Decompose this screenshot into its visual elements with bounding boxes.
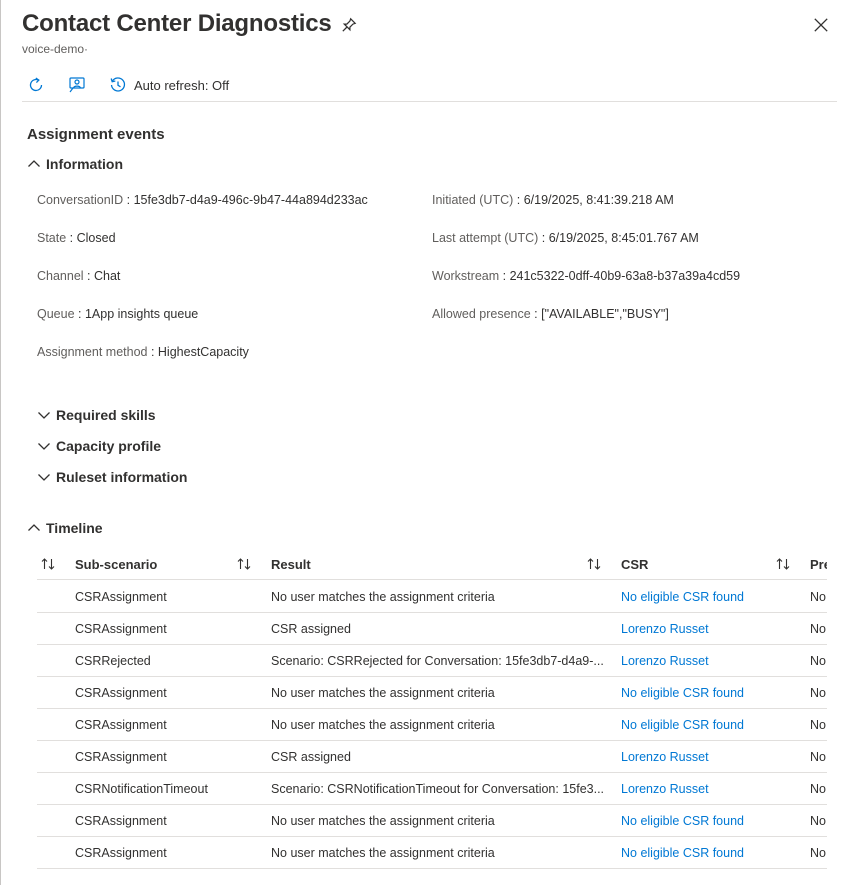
required-skills-toggle[interactable]: Required skills (37, 407, 156, 423)
history-clock-icon (110, 77, 126, 92)
info-assignment-method: Assignment method : HighestCapacity (37, 345, 249, 359)
information-label: Information (46, 156, 123, 172)
grid-header: Sub-scenario Result CSR Pre (37, 548, 827, 580)
pin-icon[interactable] (340, 16, 358, 34)
table-row[interactable]: CSRAssignment No user matches the assign… (37, 805, 827, 837)
table-row[interactable]: CSRAssignment No user matches the assign… (37, 677, 827, 709)
page-title: Contact Center Diagnostics (22, 10, 332, 37)
auto-refresh-label: Auto refresh: Off (134, 77, 230, 93)
csr-link[interactable]: No eligible CSR found (621, 709, 771, 741)
chevron-down-icon (38, 412, 50, 419)
chevron-up-icon (28, 160, 40, 167)
csr-link[interactable]: Lorenzo Russet (621, 773, 771, 805)
chevron-down-icon (38, 474, 50, 481)
table-row[interactable]: CSRAssignment No user matches the assign… (37, 837, 827, 869)
table-row[interactable]: CSRRejected Scenario: CSRRejected for Co… (37, 645, 827, 677)
info-queue: Queue : 1App insights queue (37, 307, 199, 321)
info-initiated: Initiated (UTC) : 6/19/2025, 8:41:39.218… (432, 193, 674, 207)
ruleset-information-label: Ruleset information (56, 469, 188, 485)
sort-icon[interactable] (585, 555, 603, 573)
info-allowed-presence: Allowed presence : ["AVAILABLE","BUSY"] (432, 307, 669, 321)
info-conversation-id: ConversationID : 15fe3db7-d4a9-496c-9b47… (37, 193, 368, 207)
info-state: State : Closed (37, 231, 116, 245)
section-title: Assignment events (27, 126, 165, 143)
timeline-label: Timeline (46, 520, 103, 536)
auto-refresh-button[interactable]: Auto refresh: Off (108, 73, 229, 97)
user-feedback-icon (69, 77, 85, 93)
table-row[interactable]: CSRNotificationTimeout Scenario: CSRNoti… (37, 773, 827, 805)
csr-link[interactable]: Lorenzo Russet (621, 645, 771, 677)
csr-link[interactable]: No eligible CSR found (621, 581, 771, 613)
table-row[interactable]: CSRAssignment CSR assigned Lorenzo Russe… (37, 613, 827, 645)
csr-link[interactable]: No eligible CSR found (621, 805, 771, 837)
csr-link[interactable]: No eligible CSR found (621, 837, 771, 869)
column-header-sub-scenario[interactable]: Sub-scenario (75, 548, 157, 580)
toolbar: Auto refresh: Off (22, 70, 837, 102)
info-workstream: Workstream : 241c5322-0dff-40b9-63a8-b37… (432, 269, 741, 283)
refresh-button[interactable] (26, 73, 46, 97)
column-header-pre[interactable]: Pre (810, 548, 827, 580)
left-edge-divider (0, 0, 1, 885)
diagnose-button[interactable] (67, 73, 87, 97)
resource-subtitle: voice-demo· (22, 42, 89, 56)
capacity-profile-label: Capacity profile (56, 438, 162, 454)
required-skills-label: Required skills (56, 407, 156, 423)
table-row[interactable]: CSRAssignment CSR assigned Lorenzo Russe… (37, 741, 827, 773)
sort-icon[interactable] (39, 555, 57, 573)
table-row[interactable]: CSRAssignment No user matches the assign… (37, 709, 827, 741)
column-header-result[interactable]: Result (271, 548, 311, 580)
capacity-profile-toggle[interactable]: Capacity profile (37, 438, 161, 454)
information-toggle[interactable]: Information (27, 156, 123, 172)
timeline-toggle[interactable]: Timeline (27, 520, 103, 536)
sort-icon[interactable] (774, 555, 792, 573)
info-channel: Channel : Chat (37, 269, 121, 283)
chevron-down-icon (38, 443, 50, 450)
timeline-grid: Sub-scenario Result CSR Pre CSRAssignmen… (37, 548, 827, 870)
info-last-attempt: Last attempt (UTC) : 6/19/2025, 8:45:01.… (432, 231, 699, 245)
ruleset-information-toggle[interactable]: Ruleset information (37, 469, 187, 485)
refresh-icon (29, 77, 43, 92)
close-icon[interactable] (812, 16, 830, 34)
csr-link[interactable]: No eligible CSR found (621, 677, 771, 709)
column-header-csr[interactable]: CSR (621, 548, 648, 580)
table-row[interactable]: CSRAssignment No user matches the assign… (37, 581, 827, 613)
sort-icon[interactable] (235, 555, 253, 573)
csr-link[interactable]: Lorenzo Russet (621, 613, 771, 645)
csr-link[interactable]: Lorenzo Russet (621, 741, 771, 773)
chevron-up-icon (28, 524, 40, 531)
